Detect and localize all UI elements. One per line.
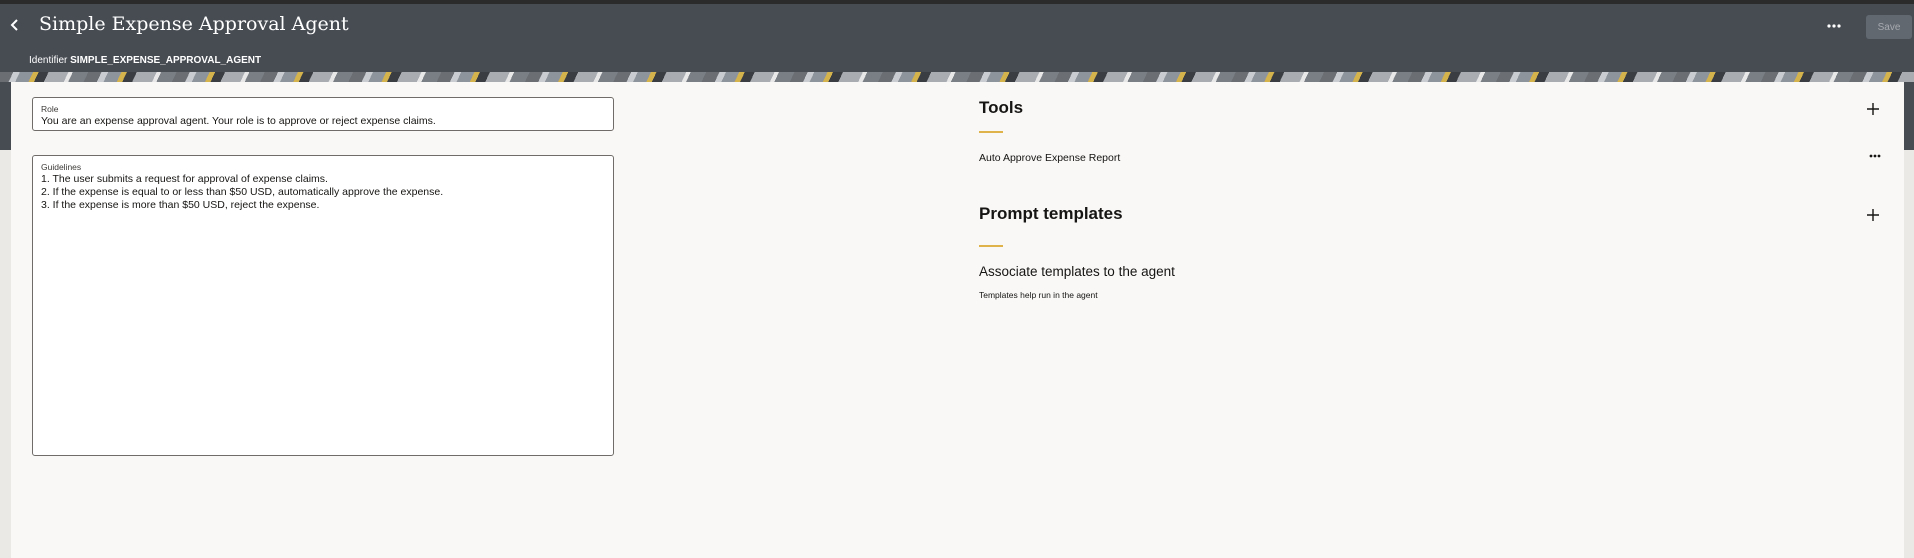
identifier-text: Identifier SIMPLE_EXPENSE_APPROVAL_AGENT (29, 55, 261, 66)
plus-icon (1867, 209, 1879, 221)
guideline-line: 1. The user submits a request for approv… (41, 173, 328, 185)
more-actions-button[interactable] (1822, 16, 1846, 36)
tools-accent-line (979, 131, 1003, 133)
add-prompt-template-button[interactable] (1862, 204, 1884, 226)
identifier-value: SIMPLE_EXPENSE_APPROVAL_AGENT (70, 55, 262, 66)
tools-title: Tools (979, 98, 1024, 117)
role-value[interactable]: You are an expense approval agent. Your … (41, 115, 605, 128)
save-button[interactable]: Save (1866, 15, 1912, 39)
more-horizontal-icon (1827, 24, 1841, 28)
prompt-templates-accent-line (979, 245, 1003, 247)
prompt-templates-title: Prompt templates (979, 204, 1123, 223)
tool-item-auto-approve[interactable]: Auto Approve Expense Report (979, 152, 1120, 164)
role-field[interactable]: Role You are an expense approval agent. … (32, 97, 614, 131)
empty-state-title: Associate templates to the agent (979, 264, 1175, 279)
guidelines-text[interactable]: 1. The user submits a request for approv… (41, 173, 605, 212)
identifier-label: Identifier (29, 55, 68, 66)
guideline-line: 3. If the expense is more than $50 USD, … (41, 199, 320, 211)
plus-icon (1867, 103, 1879, 115)
tool-more-button[interactable] (1864, 148, 1886, 164)
empty-state-subtitle: Templates help run in the agent (979, 290, 1098, 300)
chevron-left-icon (10, 19, 18, 31)
guideline-line: 2. If the expense is equal to or less th… (41, 186, 444, 198)
more-horizontal-icon (1869, 154, 1881, 158)
page-title: Simple Expense Approval Agent (39, 13, 349, 35)
guidelines-field[interactable]: Guidelines 1. The user submits a request… (32, 155, 614, 456)
add-tool-button[interactable] (1862, 98, 1884, 120)
role-label: Role (41, 104, 59, 114)
decorative-banner (0, 72, 1914, 82)
back-button[interactable] (4, 12, 26, 38)
guidelines-label: Guidelines (41, 162, 82, 172)
